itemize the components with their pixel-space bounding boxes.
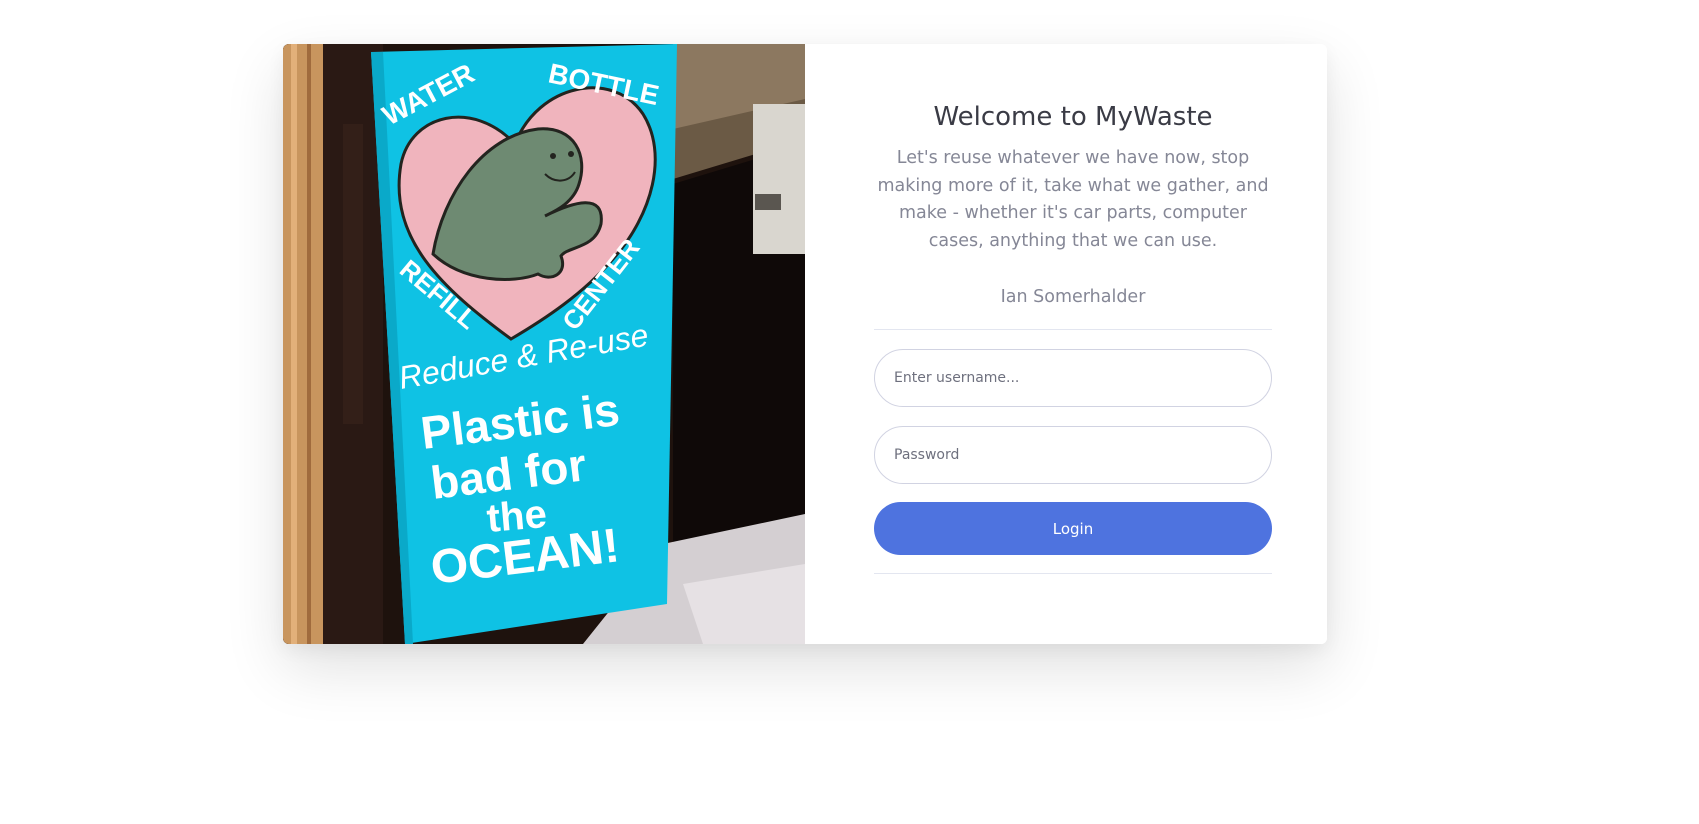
divider-bottom bbox=[874, 573, 1272, 575]
login-panel: Welcome to MyWaste Let's reuse whatever … bbox=[805, 44, 1327, 644]
password-input[interactable] bbox=[874, 426, 1272, 485]
login-card: WATER BOTTLE REFILL CENTER Reduce & Re-u… bbox=[283, 44, 1327, 644]
sign-image: WATER BOTTLE REFILL CENTER Reduce & Re-u… bbox=[283, 44, 805, 644]
quote-author: Ian Somerhalder bbox=[1000, 287, 1146, 308]
login-form: Welcome to MyWaste Let's reuse whatever … bbox=[874, 44, 1272, 575]
hero-photo: WATER BOTTLE REFILL CENTER Reduce & Re-u… bbox=[283, 44, 805, 644]
divider-top bbox=[874, 329, 1272, 331]
username-input[interactable] bbox=[874, 349, 1272, 408]
page-title: Welcome to MyWaste bbox=[933, 102, 1213, 132]
login-button[interactable]: Login bbox=[874, 502, 1272, 556]
quote-text: Let's reuse whatever we have now, stop m… bbox=[877, 148, 1269, 251]
